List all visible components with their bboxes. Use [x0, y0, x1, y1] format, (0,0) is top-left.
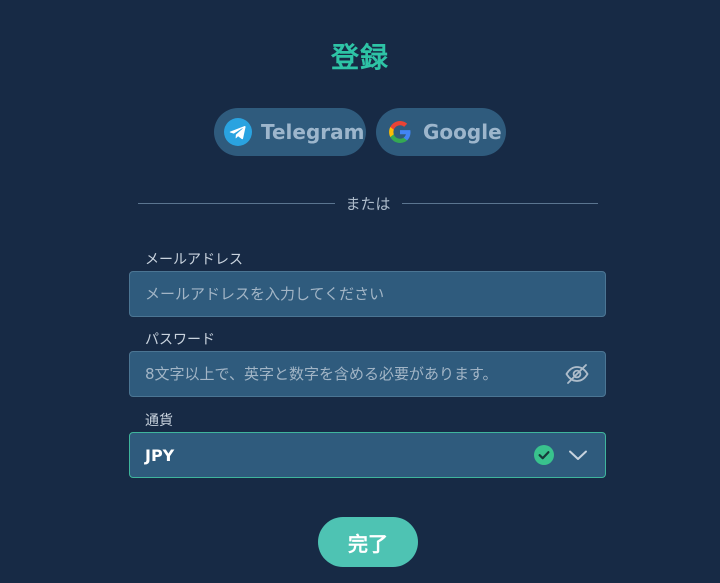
divider-line-left [138, 202, 335, 204]
telegram-label: Telegram [261, 120, 365, 144]
google-icon [385, 117, 415, 147]
email-label: メールアドレス [145, 252, 243, 268]
password-input[interactable] [145, 365, 556, 383]
currency-select[interactable]: JPY [129, 432, 606, 478]
google-label: Google [423, 120, 502, 144]
social-login-row: Telegram Google [0, 108, 720, 156]
telegram-login-button[interactable]: Telegram [214, 108, 366, 156]
eye-off-icon[interactable] [564, 361, 590, 387]
email-input[interactable] [145, 285, 590, 303]
currency-selected-value: JPY [145, 445, 175, 465]
google-login-button[interactable]: Google [376, 108, 506, 156]
submit-button[interactable]: 完了 [318, 517, 418, 567]
email-field [129, 271, 606, 317]
divider-line-right [401, 202, 599, 204]
divider-text: または [345, 194, 391, 213]
register-page: 登録 Telegram Google または メールアドレス メールアドレスを入… [0, 0, 720, 583]
password-field [129, 351, 606, 397]
chevron-down-icon [566, 443, 590, 467]
telegram-icon [223, 117, 253, 147]
check-circle-icon [534, 445, 554, 465]
password-label: パスワード [145, 332, 215, 348]
page-title: 登録 [330, 41, 389, 74]
or-divider: または [138, 193, 599, 213]
currency-label: 通貨 [145, 413, 173, 429]
